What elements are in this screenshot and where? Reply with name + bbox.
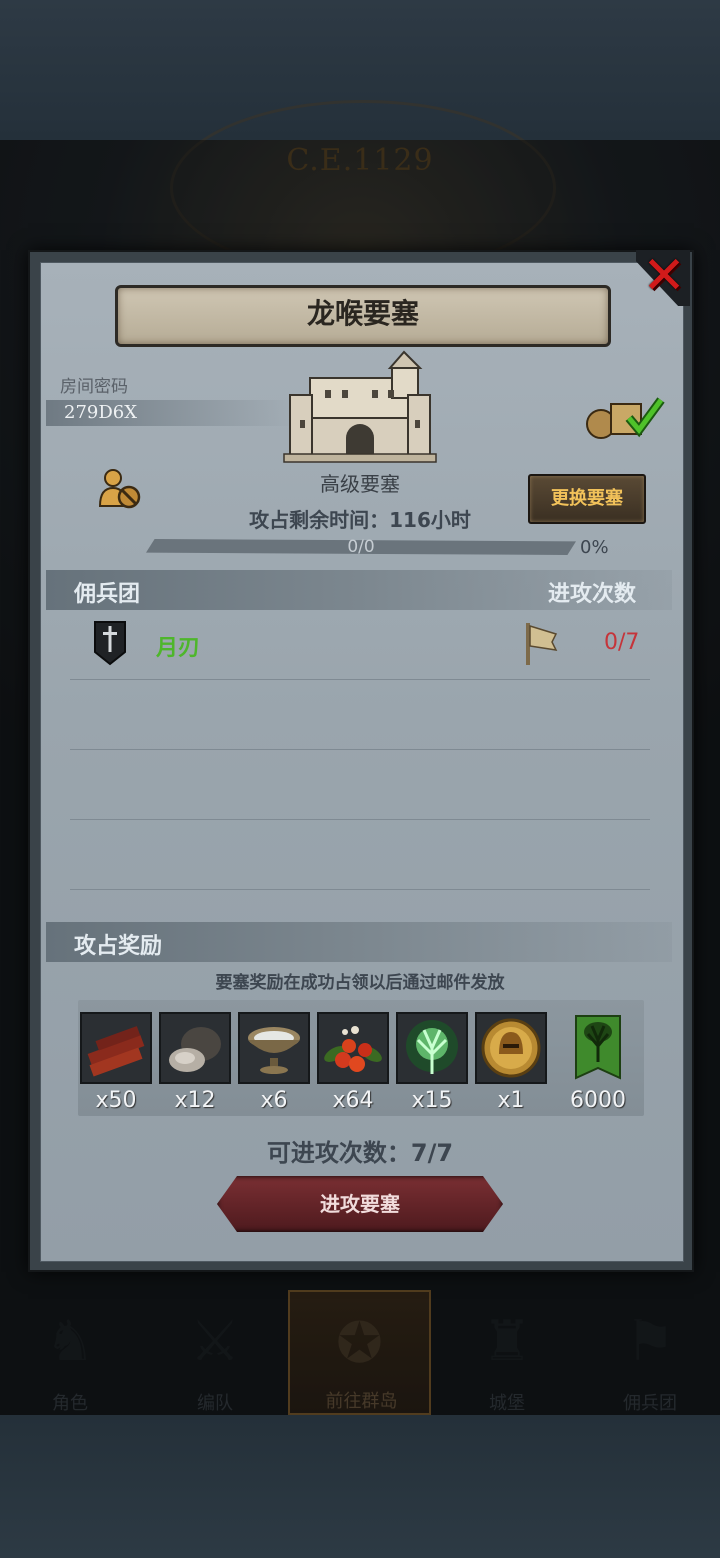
flag-icon [526, 623, 558, 665]
bottom-nav-bar [0, 1415, 720, 1558]
reward-item[interactable] [317, 1012, 389, 1084]
row-separator [70, 889, 650, 890]
ore-rock-icon [169, 1027, 221, 1072]
green-banner-icon [575, 1015, 621, 1080]
remaining-attempts: 可进攻次数：7/7 [266, 1139, 454, 1167]
reward-quantity: x12 [174, 1088, 216, 1113]
reward-item[interactable] [238, 1012, 310, 1084]
berries-icon [324, 1026, 382, 1072]
reward-quantity: x15 [411, 1088, 453, 1113]
rewards-note: 要塞奖励在成功占领以后通过邮件发放 [215, 973, 505, 993]
golden-helmet-coin-icon [481, 1018, 541, 1078]
dagger-shield-icon [94, 621, 126, 666]
attack-fortress-button[interactable]: 进攻要塞 [217, 1176, 503, 1232]
mercenary-header: 佣兵团 [74, 582, 141, 607]
supplies-check-icon[interactable] [585, 392, 665, 440]
castle-icon [283, 350, 437, 463]
time-remaining: 攻占剩余时间：116小时 [249, 508, 471, 532]
close-icon[interactable]: ✕ [640, 250, 688, 302]
reward-item[interactable] [80, 1012, 152, 1084]
reward-item[interactable] [562, 1012, 634, 1084]
bowl-icon [248, 1027, 300, 1074]
row-separator [70, 819, 650, 820]
room-code-value: 279D6X [64, 402, 138, 423]
attack-fortress-label: 进攻要塞 [320, 1192, 400, 1216]
green-tree-essence-icon [406, 1020, 458, 1074]
row-separator [70, 749, 650, 750]
reward-quantity: x1 [497, 1088, 525, 1113]
reward-item[interactable] [475, 1012, 547, 1084]
room-code-label: 房间密码 [60, 377, 128, 397]
reward-quantity: x50 [95, 1088, 137, 1113]
reward-quantity: x6 [260, 1088, 288, 1113]
reward-quantity: 6000 [570, 1088, 626, 1113]
wood-planks-icon [87, 1026, 145, 1077]
reward-item[interactable] [396, 1012, 468, 1084]
reward-quantity: x64 [332, 1088, 374, 1113]
row-separator [70, 679, 650, 680]
dialog-title: 龙喉要塞 [306, 297, 419, 330]
progress-percent: 0% [580, 537, 609, 558]
reward-item[interactable] [159, 1012, 231, 1084]
attack-count-header: 进攻次数 [548, 582, 637, 607]
rewards-header: 攻占奖励 [74, 934, 163, 959]
progress-value: 0/0 [347, 537, 375, 557]
guild-name: 月刃 [156, 636, 201, 661]
guild-attack-count: 0/7 [604, 630, 640, 655]
